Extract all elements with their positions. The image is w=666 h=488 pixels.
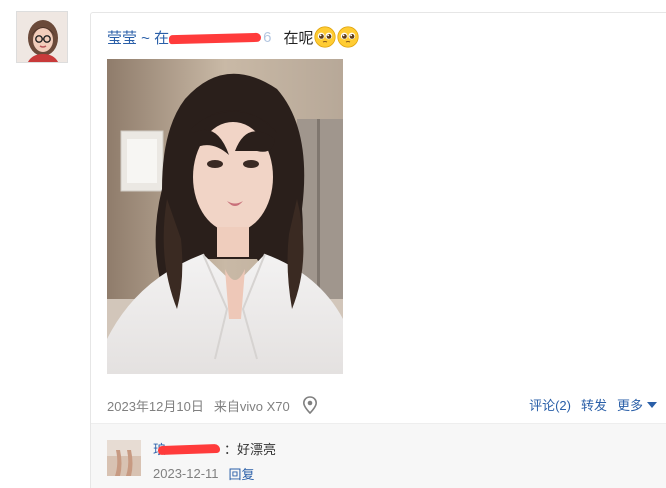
comment-item: 琅 ：好漂亮 [153, 439, 276, 458]
post-header: 莹莹 ~ 在 6 在呢 [107, 26, 360, 48]
more-button[interactable]: 更多 [617, 395, 643, 414]
user-name-link[interactable]: 莹莹 ~ 在 [107, 27, 169, 48]
user-name-tail: 6 [263, 28, 272, 46]
comment-meta: 2023-12-11 回复 [153, 464, 255, 483]
post-text: 在呢 [283, 29, 314, 47]
post-date[interactable]: 2023年12月10日 [107, 396, 204, 415]
comment-date: 2023-12-11 [153, 466, 219, 481]
post-source: 来自vivo X70 [213, 398, 290, 414]
comment-text: ：好漂亮 [224, 442, 277, 457]
post-actions: 评论(2) 转发 更多 [519, 395, 657, 414]
commenter-avatar-image [107, 440, 141, 476]
pleading-face-emoji-icon [314, 26, 337, 48]
pleading-face-emoji-icon [337, 26, 360, 48]
avatar-portrait-icon [17, 12, 67, 62]
author-avatar[interactable] [16, 11, 68, 63]
location-pin-icon[interactable] [302, 396, 318, 414]
commenter-avatar[interactable] [107, 440, 141, 476]
portrait-photo-image [107, 59, 343, 374]
redaction-mark [169, 30, 261, 44]
repost-button[interactable]: 转发 [581, 395, 607, 414]
redaction-mark [158, 443, 220, 455]
post-card: 莹莹 ~ 在 6 在呢 2023年12月10日 来自vivo X70 评论(2)… [90, 12, 666, 488]
post-meta-row: 2023年12月10日 来自vivo X70 评论(2) 转发 更多 [107, 395, 657, 415]
post-photo[interactable] [107, 59, 343, 374]
comment-button[interactable]: 评论(2) [529, 395, 571, 414]
weibo-post-page: 莹莹 ~ 在 6 在呢 2023年12月10日 来自vivo X70 评论(2)… [0, 0, 666, 488]
reply-button[interactable]: 回复 [229, 464, 255, 483]
comment-list: 琅 ：好漂亮 2023-12-11 回复 [91, 423, 666, 488]
chevron-down-icon[interactable] [647, 401, 657, 408]
